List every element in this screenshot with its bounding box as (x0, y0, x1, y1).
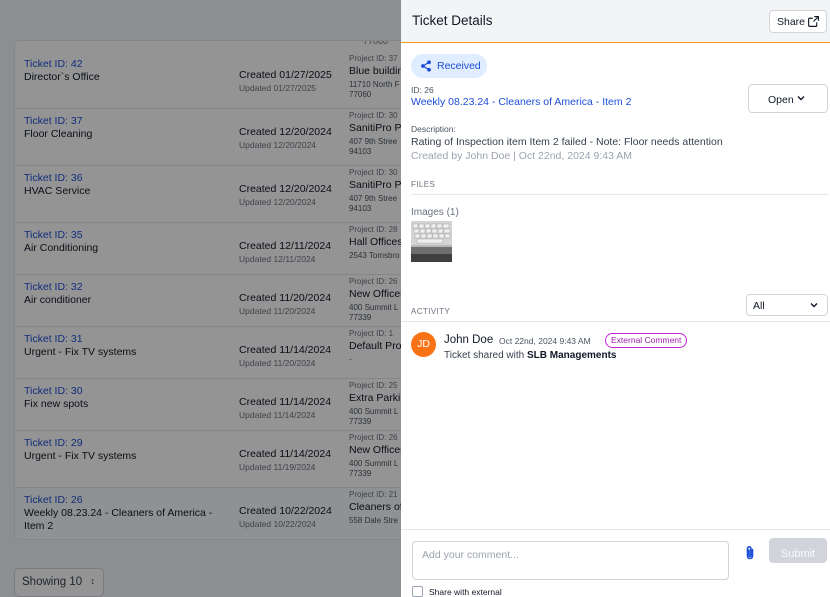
activity-text-prefix: Ticket shared with (444, 350, 527, 361)
app-window: 77060 Ticket ID: 42 Director`s Office Crea… (0, 0, 830, 597)
share-external-label: Share with external (429, 587, 502, 597)
share-button[interactable]: Share (769, 10, 827, 33)
activity-filter-dropdown[interactable]: All (746, 294, 828, 316)
activity-timestamp: Oct 22nd, 2024 9:43 AM (499, 336, 591, 346)
chevron-down-icon (797, 96, 805, 101)
description-text: Rating of Inspection item Item 2 failed … (411, 136, 723, 148)
image-thumbnail[interactable] (411, 221, 452, 262)
submit-button[interactable]: Submit (769, 538, 827, 563)
drawer-title: Ticket Details (412, 13, 493, 28)
comment-input[interactable] (412, 541, 729, 580)
share-nodes-icon (421, 60, 431, 72)
state-dropdown[interactable]: Open (748, 84, 828, 113)
ticket-id: ID: 26 (411, 85, 434, 95)
ticket-title-link[interactable]: Weekly 08.23.24 - Cleaners of America - … (411, 96, 631, 108)
paperclip-icon[interactable] (743, 545, 757, 561)
divider (411, 194, 828, 195)
created-meta: Created by John Doe | Oct 22nd, 2024 9:4… (411, 150, 633, 162)
keyboard-photo-icon (411, 221, 452, 262)
activity-author: John Doe (444, 334, 494, 346)
divider (401, 321, 830, 322)
activity-text-target: SLB Managements (527, 350, 617, 361)
files-section-label: FILES (411, 180, 436, 189)
share-external-icon (808, 16, 819, 27)
status-label: Received (437, 60, 481, 72)
activity-filter-label: All (753, 300, 765, 312)
images-label: Images (1) (411, 207, 459, 218)
ticket-details-drawer: Ticket Details Share Received ID: 26 Wee… (401, 0, 830, 597)
state-dropdown-label: Open (768, 94, 794, 106)
external-comment-badge: External Comment (605, 333, 688, 348)
drawer-header: Ticket Details Share (401, 0, 830, 43)
share-button-label: Share (777, 16, 806, 28)
share-external-checkbox[interactable] (412, 586, 423, 597)
divider (401, 529, 830, 530)
chevron-down-icon (810, 303, 818, 308)
status-badge: Received (411, 54, 487, 78)
activity-section-label: ACTIVITY (411, 307, 451, 316)
avatar: JD (411, 332, 436, 357)
modal-backdrop[interactable] (0, 0, 401, 597)
description-label: Description: (411, 124, 456, 134)
activity-text: Ticket shared with SLB Managements (444, 350, 616, 361)
